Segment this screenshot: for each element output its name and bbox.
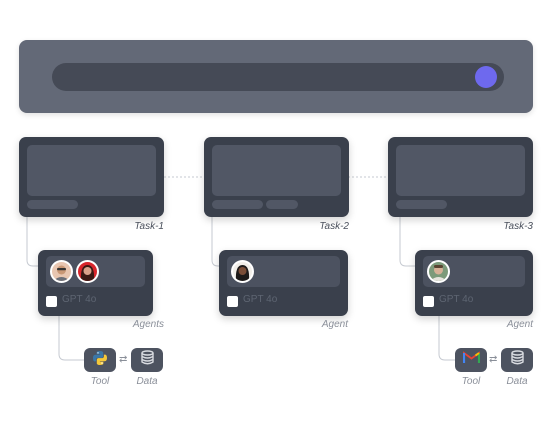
task-tag-placeholder (396, 200, 447, 209)
agent-caption: Agent (506, 319, 533, 330)
avatar (76, 260, 99, 283)
model-checkbox[interactable] (46, 296, 57, 307)
data-chip[interactable] (501, 348, 533, 372)
avatar (427, 260, 450, 283)
task-card-1[interactable] (19, 137, 164, 217)
model-checkbox[interactable] (227, 296, 238, 307)
model-label: GPT 4o (243, 294, 278, 305)
agent-avatars (423, 256, 525, 287)
swap-arrows-icon: ⇄ (489, 354, 498, 365)
tool-caption: Tool (461, 376, 481, 387)
task-caption: Task-2 (319, 221, 349, 232)
task-content-placeholder (27, 145, 156, 196)
task-tag-placeholder (27, 200, 78, 209)
task-tag-placeholder (212, 200, 263, 209)
agent-card-1[interactable]: GPT 4o (38, 250, 153, 316)
tool-caption: Tool (90, 376, 110, 387)
task-card-2[interactable] (204, 137, 349, 217)
avatar (231, 260, 254, 283)
task-caption: Task-1 (134, 221, 164, 232)
prompt-bar (19, 40, 533, 113)
agent-caption: Agents (132, 319, 164, 330)
swap-arrows-icon: ⇄ (119, 354, 128, 365)
task-content-placeholder (212, 145, 341, 196)
agent-card-3[interactable]: GPT 4o (415, 250, 533, 316)
send-button[interactable] (475, 66, 497, 88)
model-checkbox[interactable] (423, 296, 434, 307)
agent-avatars (227, 256, 340, 287)
task-content-placeholder (396, 145, 525, 196)
task-tag-placeholder (266, 200, 298, 209)
database-icon (140, 350, 154, 370)
model-label: GPT 4o (439, 294, 474, 305)
data-chip[interactable] (131, 348, 163, 372)
task-caption: Task-3 (503, 221, 533, 232)
gmail-icon (462, 351, 480, 369)
python-icon (92, 350, 108, 371)
tool-chip[interactable] (455, 348, 487, 372)
agent-card-2[interactable]: GPT 4o (219, 250, 348, 316)
agent-avatars (46, 256, 145, 287)
tool-chip[interactable] (84, 348, 116, 372)
task-card-3[interactable] (388, 137, 533, 217)
model-label: GPT 4o (62, 294, 97, 305)
database-icon (510, 350, 524, 370)
agent-caption: Agent (321, 319, 348, 330)
prompt-input[interactable] (52, 63, 504, 91)
avatar (50, 260, 73, 283)
data-caption: Data (136, 376, 158, 387)
data-caption: Data (506, 376, 528, 387)
